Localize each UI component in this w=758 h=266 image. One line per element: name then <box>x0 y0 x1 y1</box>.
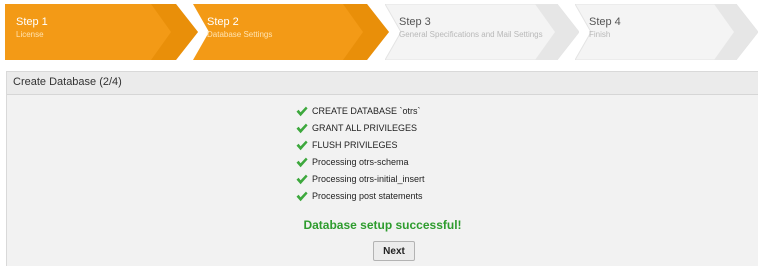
result-item: FLUSH PRIVILEGES <box>7 139 758 156</box>
check-icon <box>296 140 308 151</box>
success-message: Database setup successful! <box>303 218 462 232</box>
result-item: CREATE DATABASE `otrs` <box>7 105 758 122</box>
result-item: Processing otrs-initial_insert <box>7 173 758 190</box>
next-button[interactable]: Next <box>373 241 415 261</box>
step-1: Step 1 License <box>5 4 198 60</box>
check-icon <box>296 106 308 117</box>
step-2-subtitle: Database Settings <box>207 30 273 39</box>
result-item: GRANT ALL PRIVILEGES <box>7 122 758 139</box>
result-label: Processing otrs-schema <box>312 157 409 167</box>
step-3-subtitle: General Specifications and Mail Settings <box>399 30 543 39</box>
step-3: Step 3 General Specifications and Mail S… <box>385 4 579 60</box>
result-label: FLUSH PRIVILEGES <box>312 140 398 150</box>
step-2-title: Step 2 <box>207 16 239 28</box>
step-4-subtitle: Finish <box>589 30 611 39</box>
result-label: Processing post statements <box>312 191 423 201</box>
create-database-panel: Create Database (2/4) CREATE DATABASE `o… <box>6 71 758 266</box>
step-4-title: Step 4 <box>589 16 621 28</box>
result-label: GRANT ALL PRIVILEGES <box>312 123 418 133</box>
wizard-steps: Step 1 License Step 2 Database Settings … <box>5 4 758 60</box>
step-1-title: Step 1 <box>16 16 48 28</box>
result-label: CREATE DATABASE `otrs` <box>312 106 421 116</box>
step-3-title: Step 3 <box>399 16 431 28</box>
result-item: Processing post statements <box>7 190 758 207</box>
check-icon <box>296 157 308 168</box>
check-icon <box>296 123 308 134</box>
panel-title: Create Database (2/4) <box>13 76 122 88</box>
check-icon <box>296 191 308 202</box>
results-list: CREATE DATABASE `otrs` GRANT ALL PRIVILE… <box>7 105 758 207</box>
result-label: Processing otrs-initial_insert <box>312 174 425 184</box>
step-4: Step 4 Finish <box>575 4 758 60</box>
check-icon <box>296 174 308 185</box>
result-item: Processing otrs-schema <box>7 156 758 173</box>
panel-header: Create Database (2/4) <box>7 72 758 95</box>
step-1-subtitle: License <box>16 30 44 39</box>
step-2: Step 2 Database Settings <box>193 4 389 60</box>
